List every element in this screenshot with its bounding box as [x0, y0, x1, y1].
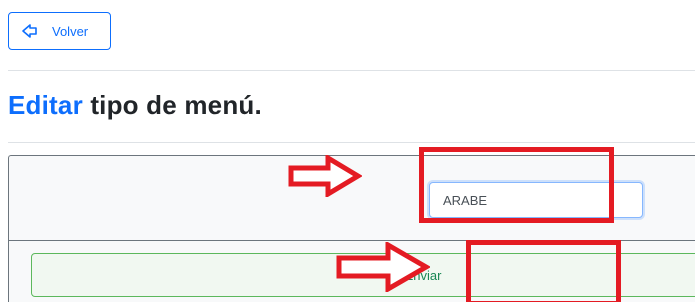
- back-button-label: Volver: [52, 23, 89, 39]
- back-button[interactable]: Volver: [8, 12, 111, 50]
- edit-form-card: Enviar: [8, 155, 695, 302]
- submit-button[interactable]: Enviar: [31, 253, 695, 297]
- back-arrow-icon: [22, 23, 38, 39]
- page: Volver Editar tipo de menú. Enviar: [0, 0, 695, 302]
- page-title: Editar tipo de menú.: [8, 90, 262, 121]
- divider: [8, 70, 695, 71]
- form-body: [9, 156, 695, 241]
- page-title-rest: tipo de menú.: [82, 90, 262, 120]
- menu-type-name-input[interactable]: [429, 182, 643, 218]
- page-title-accent: Editar: [8, 90, 83, 120]
- divider: [8, 142, 695, 143]
